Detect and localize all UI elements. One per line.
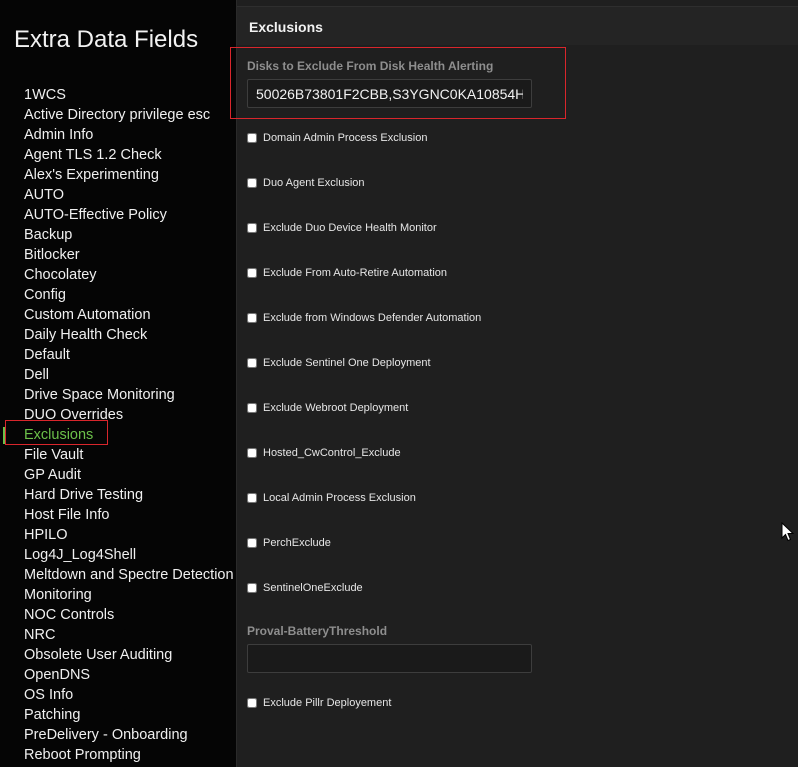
checkbox[interactable] [247,403,257,413]
sidebar-item[interactable]: Backup [0,225,236,245]
sidebar-item[interactable]: Admin Info [0,125,236,145]
sidebar-item[interactable]: DUO Overrides [0,405,236,425]
checkbox[interactable] [247,268,257,278]
sidebar-item[interactable]: OS Info [0,685,236,705]
sidebar-item[interactable]: Default [0,345,236,365]
sidebar-item[interactable]: Meltdown and Spectre Detection [0,565,236,585]
sidebar-item[interactable]: Daily Health Check [0,325,236,345]
sidebar-item[interactable]: Config [0,285,236,305]
sidebar-item[interactable]: GP Audit [0,465,236,485]
checkbox-row[interactable]: Exclude Sentinel One Deployment [247,355,431,371]
checkbox-row[interactable]: Exclude Duo Device Health Monitor [247,220,437,236]
sidebar-item[interactable]: Patching [0,705,236,725]
sidebar-list: 1WCS Active Directory privilege esc Admin … [0,85,236,765]
battery-threshold-label: Proval-BatteryThreshold [247,624,388,638]
checkbox-label: Exclude Sentinel One Deployment [263,357,431,369]
sidebar-item[interactable]: PreDelivery - Onboarding [0,725,236,745]
section-title: Exclusions [249,19,323,35]
checkbox-label: Hosted_CwControl_Exclude [263,447,401,459]
sidebar: Extra Data Fields 1WCS Active Directory p… [0,0,237,767]
checkbox[interactable] [247,178,257,188]
checkbox[interactable] [247,223,257,233]
sidebar-item[interactable]: OpenDNS [0,665,236,685]
checkbox-label: Exclude Webroot Deployment [263,402,409,414]
checkbox-pillr[interactable] [247,698,257,708]
checkbox[interactable] [247,133,257,143]
mouse-cursor-icon [781,522,795,542]
sidebar-item[interactable]: 1WCS [0,85,236,105]
sidebar-item[interactable]: Drive Space Monitoring [0,385,236,405]
checkbox-label: PerchExclude [263,537,331,549]
disk-exclusion-label: Disks to Exclude From Disk Health Alerti… [247,59,494,73]
main-panel: Exclusions Disks to Exclude From Disk He… [230,0,798,767]
sidebar-item[interactable]: Obsolete User Auditing [0,645,236,665]
sidebar-item[interactable]: AUTO-Effective Policy [0,205,236,225]
sidebar-item[interactable]: AUTO [0,185,236,205]
sidebar-item[interactable]: Agent TLS 1.2 Check [0,145,236,165]
checkbox[interactable] [247,538,257,548]
checkbox-row[interactable]: Exclude From Auto-Retire Automation [247,265,447,281]
checkbox-label: Exclude from Windows Defender Automation [263,312,482,324]
sidebar-item[interactable]: Log4J_Log4Shell [0,545,236,565]
section-header: Exclusions [237,6,798,45]
sidebar-item[interactable]: Reboot Prompting [0,745,236,765]
sidebar-item[interactable]: HPILO [0,525,236,545]
checkbox-row[interactable]: SentinelOneExclude [247,580,363,596]
checkbox[interactable] [247,583,257,593]
sidebar-item[interactable]: Bitlocker [0,245,236,265]
checkbox-label: Local Admin Process Exclusion [263,492,416,504]
sidebar-item[interactable]: Custom Automation [0,305,236,325]
sidebar-item[interactable]: Alex's Experimenting [0,165,236,185]
checkbox-label: SentinelOneExclude [263,582,363,594]
battery-threshold-input[interactable] [247,644,532,673]
checkbox-row[interactable]: Local Admin Process Exclusion [247,490,416,506]
checkbox-row[interactable]: Duo Agent Exclusion [247,175,365,191]
checkbox-row[interactable]: Exclude from Windows Defender Automation [247,310,481,326]
sidebar-item[interactable]: Chocolatey [0,265,236,285]
sidebar-item[interactable]: File Vault [0,445,236,465]
checkbox-label: Exclude Pillr Deployement [263,697,392,709]
disk-exclusion-input[interactable] [247,79,532,108]
checkbox[interactable] [247,493,257,503]
sidebar-item[interactable]: Dell [0,365,236,385]
checkbox-label: Exclude From Auto-Retire Automation [263,267,448,279]
checkbox-row[interactable]: PerchExclude [247,535,331,551]
sidebar-item[interactable]: Host File Info [0,505,236,525]
checkbox[interactable] [247,448,257,458]
sidebar-item[interactable]: Active Directory privilege esc [0,105,236,125]
checkbox-label: Exclude Duo Device Health Monitor [263,222,437,234]
sidebar-item[interactable]: Exclusions [0,425,236,445]
checkbox[interactable] [247,358,257,368]
checkbox-row-pillr[interactable]: Exclude Pillr Deployement [247,695,391,711]
checkbox-row[interactable]: Exclude Webroot Deployment [247,400,408,416]
checkbox[interactable] [247,313,257,323]
sidebar-title: Extra Data Fields [14,26,199,53]
checkbox-label: Domain Admin Process Exclusion [263,132,428,144]
sidebar-item[interactable]: Hard Drive Testing [0,485,236,505]
sidebar-item[interactable]: Monitoring [0,585,236,605]
checkbox-row[interactable]: Domain Admin Process Exclusion [247,130,427,146]
checkbox-row[interactable]: Hosted_CwControl_Exclude [247,445,401,461]
checkbox-label: Duo Agent Exclusion [263,177,365,189]
sidebar-item[interactable]: NOC Controls [0,605,236,625]
sidebar-item[interactable]: NRC [0,625,236,645]
